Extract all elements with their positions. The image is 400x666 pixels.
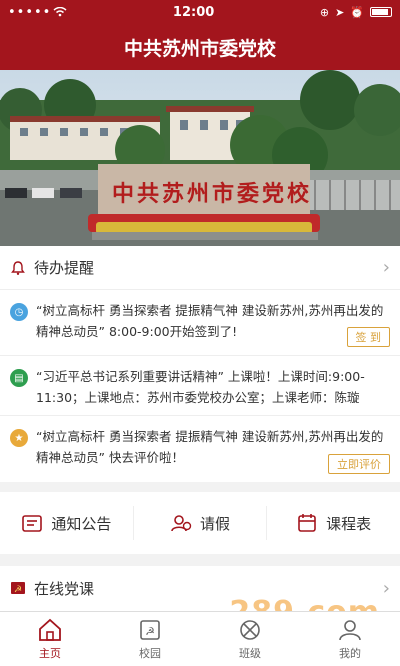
alarm-icon: ⏰: [350, 5, 364, 19]
home-icon: [39, 618, 61, 641]
notice-button[interactable]: 通知公告: [0, 506, 134, 540]
tab-home-label: 主页: [39, 646, 61, 660]
status-time: 12:00: [172, 4, 215, 20]
calendar-icon: [298, 514, 316, 532]
tab-class[interactable]: 班级: [200, 612, 300, 666]
todo-section: 待办提醒 › ◷ “树立高标杆 勇当探索者 提振精气神 建设新苏州,苏州再出发的…: [0, 246, 400, 482]
bell-icon: [11, 260, 25, 275]
todo-header[interactable]: 待办提醒 ›: [0, 246, 400, 290]
class-icon: [240, 619, 260, 640]
clock-icon: ◷: [10, 303, 28, 321]
svg-text:☭: ☭: [14, 585, 22, 595]
lock-rotation-icon: ⊕: [319, 5, 330, 19]
tab-mine[interactable]: 我的: [300, 612, 400, 666]
app-title-bar: 中共苏州市委党校: [0, 24, 400, 70]
todo-item-text: “树立高标杆 勇当探索者 提振精气神 建设新苏州,苏州再出发的精神总动员” 8:…: [36, 303, 384, 339]
campus-icon: ☭: [140, 619, 160, 640]
chevron-right-icon[interactable]: ›: [383, 578, 390, 599]
notice-label: 通知公告: [51, 514, 112, 533]
signal-dots: •••••: [8, 4, 52, 20]
user-icon: [339, 619, 361, 640]
leave-button[interactable]: 请假: [134, 506, 268, 540]
tab-mine-label: 我的: [339, 646, 361, 660]
todo-title: 待办提醒: [34, 259, 95, 277]
todo-item[interactable]: ▤ “习近平总书记系列重要讲话精神” 上课啦！上课时间:9:00-11:30；上…: [0, 356, 400, 416]
bottom-tab-bar: 主页 ☭ 校园 班级 我的: [0, 611, 400, 666]
battery-icon: [370, 7, 392, 17]
campus-photo: [0, 70, 400, 246]
banner-image[interactable]: 中共苏州市委党校: [0, 70, 400, 246]
todo-item[interactable]: ◷ “树立高标杆 勇当探索者 提振精气神 建设新苏州,苏州再出发的精神总动员” …: [0, 290, 400, 356]
leave-label: 请假: [200, 514, 231, 533]
star-icon: ★: [10, 429, 28, 447]
schedule-label: 课程表: [326, 514, 372, 533]
tab-campus[interactable]: ☭ 校园: [100, 612, 200, 666]
tab-home[interactable]: 主页: [0, 612, 100, 666]
todo-item[interactable]: ★ “树立高标杆 勇当探索者 提振精气神 建设新苏州,苏州再出发的精神总动员” …: [0, 416, 400, 482]
book-icon: ▤: [10, 369, 28, 387]
schedule-button[interactable]: 课程表: [267, 506, 400, 540]
todo-item-text: “习近平总书记系列重要讲话精神” 上课啦！上课时间:9:00-11:30；上课地…: [36, 369, 365, 405]
chevron-right-icon[interactable]: ›: [383, 257, 390, 278]
page-title: 中共苏州市委党校: [123, 37, 276, 60]
location-icon: ➤: [335, 5, 345, 19]
tab-campus-label: 校园: [139, 646, 161, 660]
sign-in-button[interactable]: 签 到: [346, 327, 390, 347]
leave-icon: [171, 515, 192, 532]
rate-now-button[interactable]: 立即评价: [328, 454, 390, 474]
svg-text:☭: ☭: [145, 625, 155, 638]
party-emblem-icon: ☭: [11, 582, 25, 595]
notice-icon: [22, 515, 43, 532]
wifi-icon: [53, 7, 67, 17]
status-bar: ••••• 12:00 ⊕ ➤ ⏰: [0, 0, 400, 24]
banner-stone-text: 中共苏州市委党校: [112, 181, 313, 207]
signal-indicator: •••••: [8, 5, 67, 20]
tab-class-label: 班级: [239, 646, 261, 660]
quick-actions: 通知公告 请假 课程表: [0, 492, 400, 554]
